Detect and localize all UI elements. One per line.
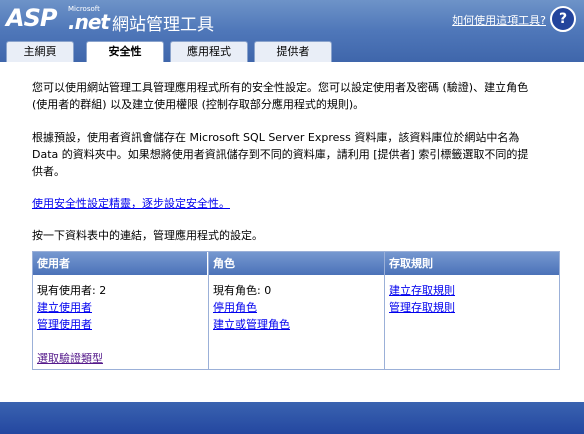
roles-panel: 角色 現有角色: 0 停用角色 建立或管理角色 — [209, 252, 384, 369]
intro-paragraph-2: 根據預設，使用者資訊會儲存在 Microsoft SQL Server Expr… — [32, 129, 528, 180]
logo-net-text: .net — [68, 10, 110, 34]
roles-panel-header: 角色 — [209, 252, 384, 275]
create-manage-roles-link[interactable]: 建立或管理角色 — [213, 316, 380, 333]
access-rules-panel: 存取規則 建立存取規則 管理存取規則 — [385, 252, 559, 369]
app-title: 網站管理工具 — [112, 15, 214, 35]
intro-para1-line1: 您可以使用網站管理工具管理應用程式所有的安全性設定。您可以設定使用者及密碼 (驗… — [32, 81, 529, 94]
create-user-link[interactable]: 建立使用者 — [37, 299, 203, 316]
logo-asp-text: ASP — [6, 4, 57, 32]
header-bar: ASP Microsoft .net 網站管理工具 如何使用這項工具? ? 主網… — [0, 0, 584, 63]
management-panels: 使用者 現有使用者: 2 建立使用者 管理使用者 選取驗證類型 角色 現有角色:… — [32, 251, 560, 370]
intro-paragraph-1: 您可以使用網站管理工具管理應用程式所有的安全性設定。您可以設定使用者及密碼 (驗… — [32, 79, 528, 113]
intro-para2-line1: 根據預設，使用者資訊會儲存在 Microsoft SQL Server Expr… — [32, 131, 520, 144]
tab-application[interactable]: 應用程式 — [170, 41, 248, 62]
tab-security[interactable]: 安全性 — [86, 41, 164, 63]
footer-bar — [0, 402, 584, 434]
security-wizard-link[interactable]: 使用安全性設定精靈，逐步設定安全性。 — [32, 195, 230, 211]
intro-para2-line2: Data 的資料夾中。如果想將使用者資訊儲存到不同的資料庫，請利用 [提供者] … — [32, 148, 529, 161]
tab-provider[interactable]: 提供者 — [254, 41, 332, 62]
user-count: 現有使用者: 2 — [37, 284, 107, 297]
intro-para1-line2: (使用者的群組) 以及建立使用權限 (控制存取部分應用程式的規則)。 — [32, 98, 365, 111]
manage-users-link[interactable]: 管理使用者 — [37, 316, 203, 333]
role-count: 現有角色: 0 — [213, 284, 272, 297]
instruction-text: 按一下資料表中的連結，管理應用程式的設定。 — [32, 229, 263, 242]
manage-access-rules-link[interactable]: 管理存取規則 — [389, 299, 555, 316]
access-rules-panel-header: 存取規則 — [385, 252, 559, 275]
help-icon[interactable]: ? — [550, 6, 576, 32]
tab-home[interactable]: 主網頁 — [6, 41, 74, 62]
help-link[interactable]: 如何使用這項工具? — [452, 12, 546, 28]
users-panel: 使用者 現有使用者: 2 建立使用者 管理使用者 選取驗證類型 — [33, 252, 207, 369]
disable-roles-link[interactable]: 停用角色 — [213, 299, 380, 316]
select-auth-type-link[interactable]: 選取驗證類型 — [37, 350, 203, 367]
users-panel-header: 使用者 — [33, 252, 207, 275]
intro-para2-line3: 供者。 — [32, 165, 65, 178]
create-access-rules-link[interactable]: 建立存取規則 — [389, 282, 555, 299]
main-content: 您可以使用網站管理工具管理應用程式所有的安全性設定。您可以設定使用者及密碼 (驗… — [0, 62, 584, 402]
